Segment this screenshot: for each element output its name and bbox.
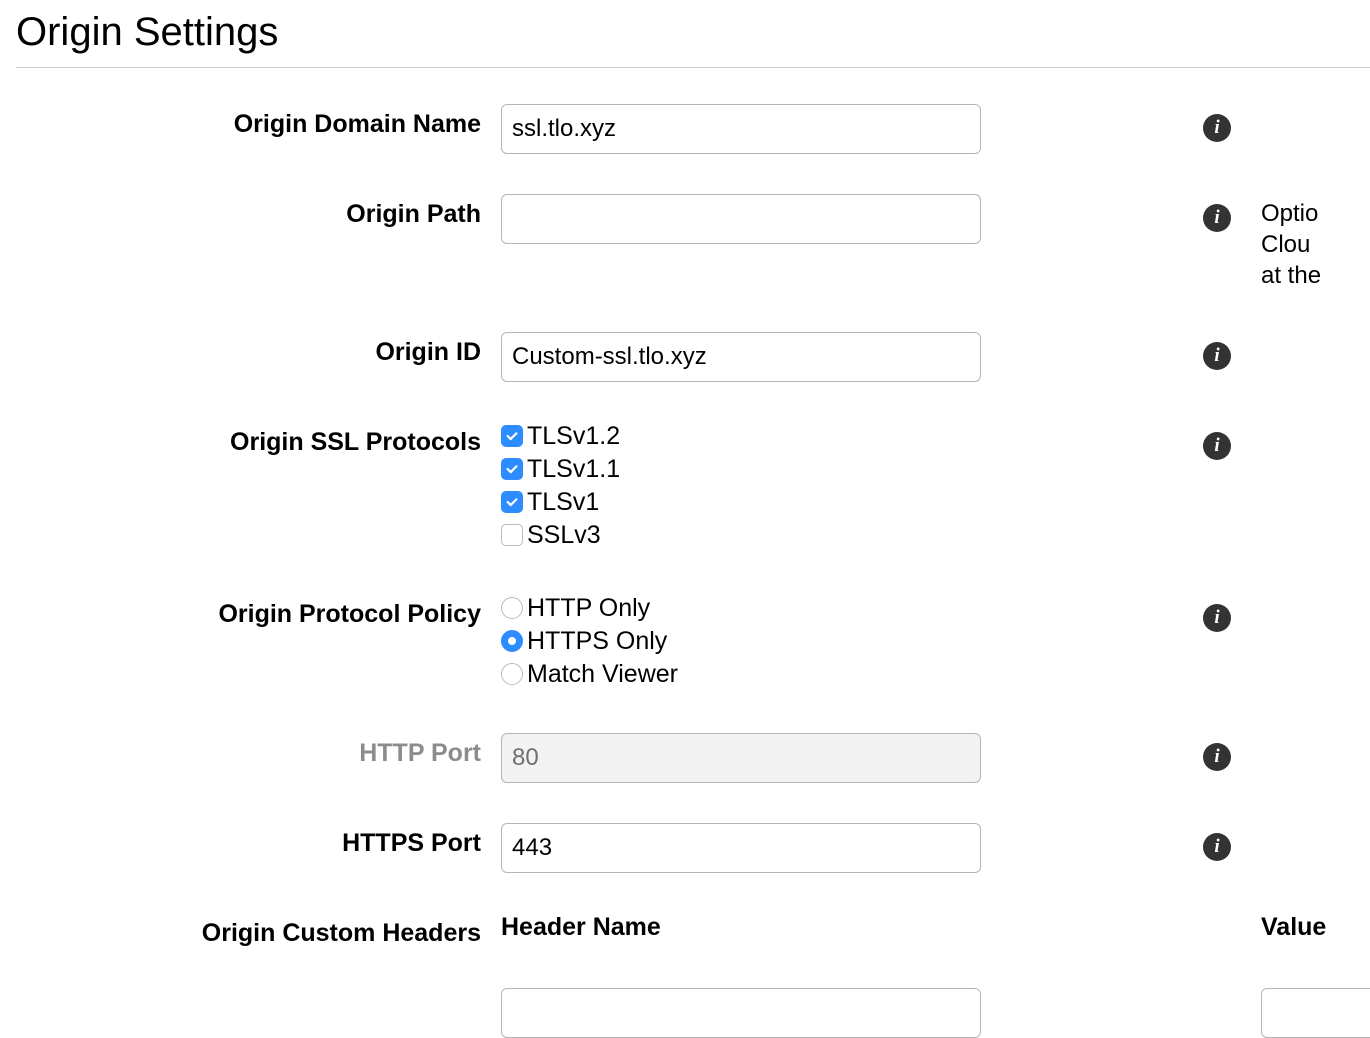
checkbox-sslv3-label: SSLv3 bbox=[527, 521, 601, 550]
origin-protocol-policy-label: Origin Protocol Policy bbox=[16, 594, 481, 629]
http-port-input bbox=[501, 733, 981, 783]
info-icon[interactable]: i bbox=[1203, 604, 1231, 632]
header-value-label: Value bbox=[1261, 913, 1370, 942]
radio-http-only[interactable] bbox=[501, 597, 523, 619]
radio-match-viewer[interactable] bbox=[501, 663, 523, 685]
header-name-label: Header Name bbox=[501, 913, 1001, 942]
info-icon[interactable]: i bbox=[1203, 204, 1231, 232]
info-icon[interactable]: i bbox=[1203, 743, 1231, 771]
checkbox-tlsv12[interactable] bbox=[501, 425, 523, 447]
origin-settings-form: Origin Domain Name i Origin Path i Optio… bbox=[16, 104, 1370, 1038]
custom-header-value-input[interactable] bbox=[1261, 988, 1370, 1038]
radio-https-only[interactable] bbox=[501, 630, 523, 652]
checkbox-sslv3[interactable] bbox=[501, 524, 523, 546]
origin-path-input[interactable] bbox=[501, 194, 981, 244]
info-icon[interactable]: i bbox=[1203, 114, 1231, 142]
https-port-label: HTTPS Port bbox=[16, 823, 481, 858]
http-port-label: HTTP Port bbox=[16, 733, 481, 768]
origin-domain-name-label: Origin Domain Name bbox=[16, 104, 481, 139]
custom-header-name-input[interactable] bbox=[501, 988, 981, 1038]
checkbox-tlsv1[interactable] bbox=[501, 491, 523, 513]
info-icon[interactable]: i bbox=[1203, 432, 1231, 460]
origin-id-input[interactable] bbox=[501, 332, 981, 382]
radio-match-viewer-label: Match Viewer bbox=[527, 660, 678, 689]
origin-id-label: Origin ID bbox=[16, 332, 481, 367]
info-icon[interactable]: i bbox=[1203, 833, 1231, 861]
radio-https-only-label: HTTPS Only bbox=[527, 627, 667, 656]
checkbox-tlsv11[interactable] bbox=[501, 458, 523, 480]
info-icon[interactable]: i bbox=[1203, 342, 1231, 370]
origin-protocol-policy-group: HTTP Only HTTPS Only Match Viewer bbox=[501, 594, 1001, 693]
divider bbox=[16, 67, 1370, 68]
origin-path-help: OptioClouat the bbox=[1261, 194, 1370, 292]
origin-path-label: Origin Path bbox=[16, 194, 481, 229]
origin-domain-name-input[interactable] bbox=[501, 104, 981, 154]
checkbox-tlsv1-label: TLSv1 bbox=[527, 488, 599, 517]
origin-ssl-protocols-group: TLSv1.2 TLSv1.1 TLSv1 SSLv3 bbox=[501, 422, 1001, 554]
radio-http-only-label: HTTP Only bbox=[527, 594, 650, 623]
https-port-input[interactable] bbox=[501, 823, 981, 873]
checkbox-tlsv11-label: TLSv1.1 bbox=[527, 455, 620, 484]
checkbox-tlsv12-label: TLSv1.2 bbox=[527, 422, 620, 451]
origin-ssl-protocols-label: Origin SSL Protocols bbox=[16, 422, 481, 457]
origin-custom-headers-label: Origin Custom Headers bbox=[16, 913, 481, 948]
page-title: Origin Settings bbox=[16, 10, 1370, 55]
